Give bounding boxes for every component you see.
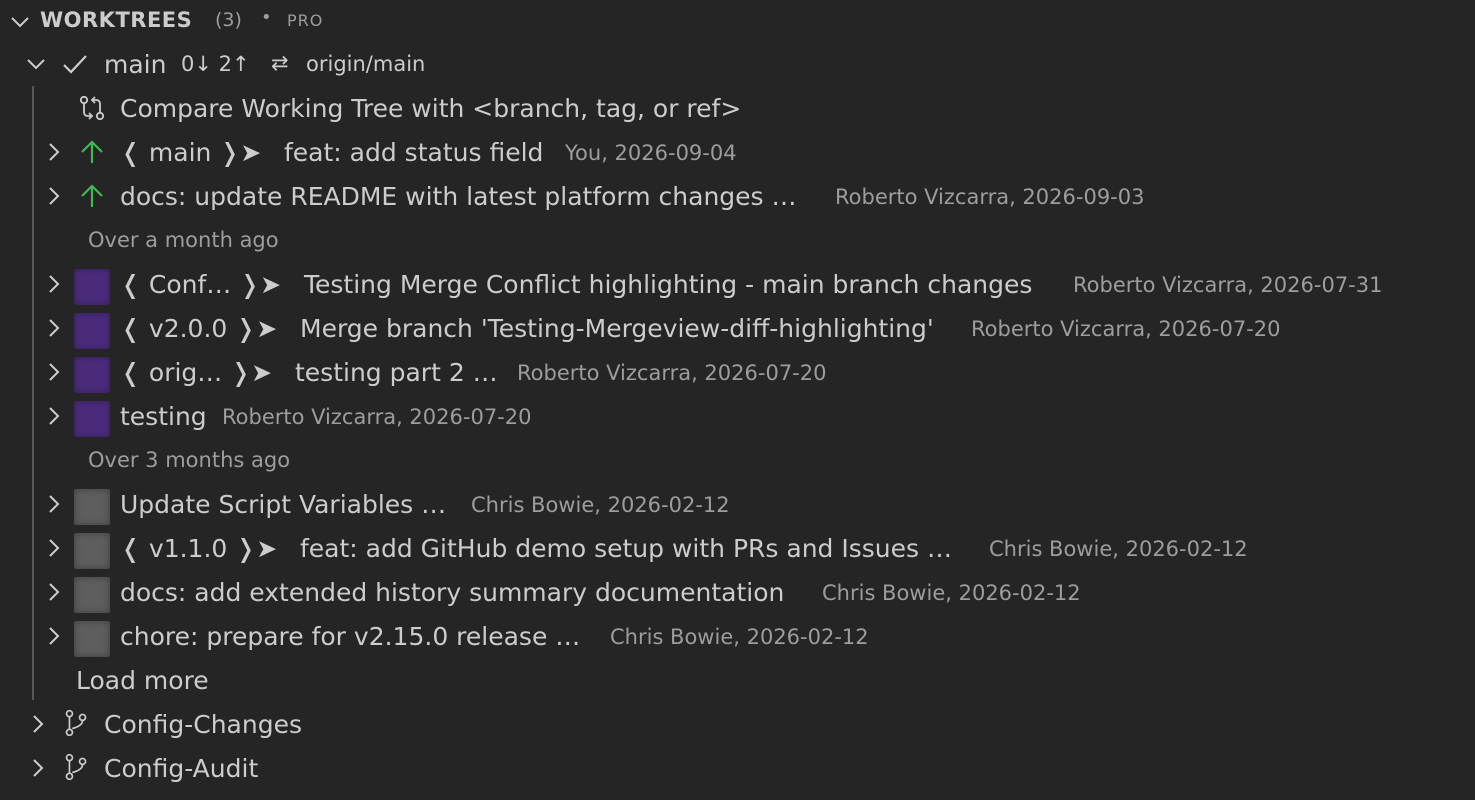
commit-row[interactable]: ❬ main ❭➤ feat: add status field You, 20… [0, 130, 1475, 174]
commit-refs: ❬ main ❭➤ [120, 138, 262, 167]
commit-row[interactable]: ❬ v2.0.0 ❭➤ Merge branch 'Testing-Mergev… [0, 306, 1475, 350]
chevron-right-icon[interactable] [42, 360, 66, 384]
commit-message: feat: add GitHub demo setup with PRs and… [300, 534, 952, 563]
worktree-name: main [104, 50, 167, 79]
commit-row[interactable]: ❬ Conf… ❭➤ Testing Merge Conflict highli… [0, 262, 1475, 306]
commit-refs: ❬ v2.0.0 ❭➤ [120, 314, 278, 343]
chevron-down-icon[interactable] [24, 52, 48, 76]
worktrees-section-header[interactable]: WORKTREES (3) • PRO [0, 0, 1475, 40]
author-avatar [74, 313, 110, 349]
worktree-config-changes[interactable]: Config-Changes [0, 702, 1475, 746]
worktrees-panel: WORKTREES (3) • PRO main 0↓ 2↑ ⇄ origin/… [0, 0, 1475, 800]
compare-label: Compare Working Tree with <branch, tag, … [120, 94, 742, 123]
commit-author-date: Roberto Vizcarra, 2026-09-03 [835, 185, 1145, 209]
commit-message: testing part 2 … [295, 358, 498, 387]
commit-message: Testing Merge Conflict highlighting - ma… [304, 270, 1033, 299]
commit-row[interactable]: chore: prepare for v2.15.0 release … Chr… [0, 614, 1475, 658]
chevron-right-icon[interactable] [26, 756, 50, 780]
commit-message: Merge branch 'Testing-Mergeview-diff-hig… [300, 314, 934, 343]
commit-author-date: Chris Bowie, 2026-02-12 [989, 537, 1248, 561]
commit-message: feat: add status field [284, 138, 544, 167]
author-avatar [74, 577, 110, 613]
author-avatar [74, 401, 110, 437]
commit-message: docs: update README with latest platform… [120, 182, 797, 211]
commit-author-date: Roberto Vizcarra, 2026-07-20 [517, 361, 827, 385]
commit-message: testing [120, 402, 207, 431]
chevron-right-icon[interactable] [42, 140, 66, 164]
commit-row[interactable]: ❬ v1.1.0 ❭➤ feat: add GitHub demo setup … [0, 526, 1475, 570]
chevron-right-icon[interactable] [42, 272, 66, 296]
commit-author-date: Chris Bowie, 2026-02-12 [471, 493, 730, 517]
git-branch-icon [65, 709, 87, 737]
commit-author-date: Chris Bowie, 2026-02-12 [822, 581, 1081, 605]
commit-author-date: Roberto Vizcarra, 2026-07-20 [222, 405, 532, 429]
author-avatar [74, 357, 110, 393]
commit-refs: ❬ Conf… ❭➤ [120, 270, 282, 299]
date-group-header: Over 3 months ago [0, 438, 1475, 482]
tracking-icon: ⇄ [271, 51, 289, 75]
worktree-name: Config-Changes [104, 710, 302, 739]
commit-row[interactable]: ❬ orig… ❭➤ testing part 2 … Roberto Vizc… [0, 350, 1475, 394]
author-avatar [74, 621, 110, 657]
author-avatar [74, 269, 110, 305]
commit-row[interactable]: docs: update README with latest platform… [0, 174, 1475, 218]
check-icon [63, 55, 87, 74]
worktree-config-audit[interactable]: Config-Audit [0, 746, 1475, 790]
load-more-row[interactable]: Load more [0, 658, 1475, 702]
commit-message: chore: prepare for v2.15.0 release … [120, 622, 581, 651]
chevron-right-icon[interactable] [42, 536, 66, 560]
arrow-up-icon [81, 140, 103, 163]
commit-refs: ❬ v1.1.0 ❭➤ [120, 534, 278, 563]
chevron-right-icon[interactable] [42, 184, 66, 208]
commit-author-date: You, 2026-09-04 [565, 141, 737, 165]
compare-working-tree[interactable]: Compare Working Tree with <branch, tag, … [0, 86, 1475, 130]
date-group-label: Over 3 months ago [88, 448, 291, 472]
commit-author-date: Chris Bowie, 2026-02-12 [610, 625, 869, 649]
author-avatar [74, 533, 110, 569]
chevron-right-icon[interactable] [42, 580, 66, 604]
worktree-main[interactable]: main 0↓ 2↑ ⇄ origin/main [0, 42, 1475, 86]
commit-row[interactable]: docs: add extended history summary docum… [0, 570, 1475, 614]
chevron-right-icon[interactable] [42, 404, 66, 428]
chevron-right-icon[interactable] [26, 712, 50, 736]
author-avatar [74, 489, 110, 525]
commit-author-date: Roberto Vizcarra, 2026-07-31 [1073, 273, 1383, 297]
arrow-up-icon [81, 184, 103, 207]
pro-badge: PRO [287, 11, 324, 30]
commit-row[interactable]: Update Script Variables … Chris Bowie, 2… [0, 482, 1475, 526]
worktree-count: (3) [215, 9, 242, 31]
worktree-name: Config-Audit [104, 754, 259, 783]
commit-message: docs: add extended history summary docum… [120, 578, 785, 607]
section-title: WORKTREES [40, 8, 193, 32]
date-group-header: Over a month ago [0, 218, 1475, 262]
compare-changes-icon [79, 95, 105, 121]
chevron-right-icon[interactable] [42, 316, 66, 340]
header-separator: • [261, 7, 272, 28]
date-group-label: Over a month ago [88, 228, 279, 252]
commit-refs: ❬ orig… ❭➤ [120, 358, 273, 387]
git-branch-icon [65, 753, 87, 781]
chevron-right-icon[interactable] [42, 492, 66, 516]
chevron-right-icon[interactable] [42, 624, 66, 648]
sync-status: 0↓ 2↑ [181, 52, 250, 76]
load-more-link[interactable]: Load more [76, 666, 209, 695]
commit-row[interactable]: testing Roberto Vizcarra, 2026-07-20 [0, 394, 1475, 438]
upstream-branch: origin/main [306, 52, 426, 76]
chevron-down-icon[interactable] [8, 10, 32, 34]
commit-message: Update Script Variables … [120, 490, 447, 519]
commit-author-date: Roberto Vizcarra, 2026-07-20 [971, 317, 1281, 341]
